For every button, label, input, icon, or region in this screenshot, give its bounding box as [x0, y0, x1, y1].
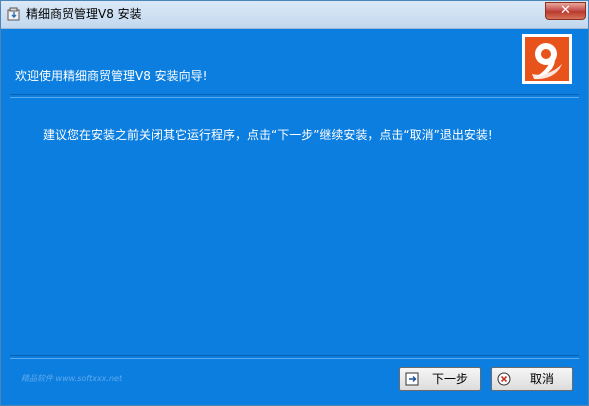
installer-icon	[7, 7, 20, 21]
cancel-button[interactable]: 取消	[491, 367, 573, 391]
brand-swirl-logo	[522, 34, 572, 84]
footer-divider	[10, 355, 579, 359]
close-button[interactable]: ✕	[545, 2, 586, 20]
cancel-icon	[497, 372, 511, 386]
window-title: 精细商贸管理V8 安装	[26, 7, 142, 21]
next-icon	[405, 372, 419, 386]
title-bar[interactable]: 精细商贸管理V8 安装 ✕	[1, 1, 588, 29]
installer-window: 精细商贸管理V8 安装 ✕ 欢迎使用精细商贸管理V8 安装向导! 建议您在安装之…	[0, 0, 589, 406]
wizard-header: 欢迎使用精细商贸管理V8 安装向导!	[1, 29, 588, 93]
header-title: 欢迎使用精细商贸管理V8 安装向导!	[15, 69, 208, 83]
cancel-button-label: 取消	[529, 372, 554, 386]
footer-brand-text: 精品软件 www.softxxx.net	[21, 374, 123, 383]
instruction-text: 建议您在安装之前关闭其它运行程序，点击“下一步”继续安装，点击“取消”退出安装!	[43, 128, 493, 142]
next-button-label: 下一步	[431, 372, 468, 386]
next-button[interactable]: 下一步	[399, 367, 481, 391]
header-divider	[10, 94, 579, 98]
close-icon: ✕	[560, 3, 571, 18]
